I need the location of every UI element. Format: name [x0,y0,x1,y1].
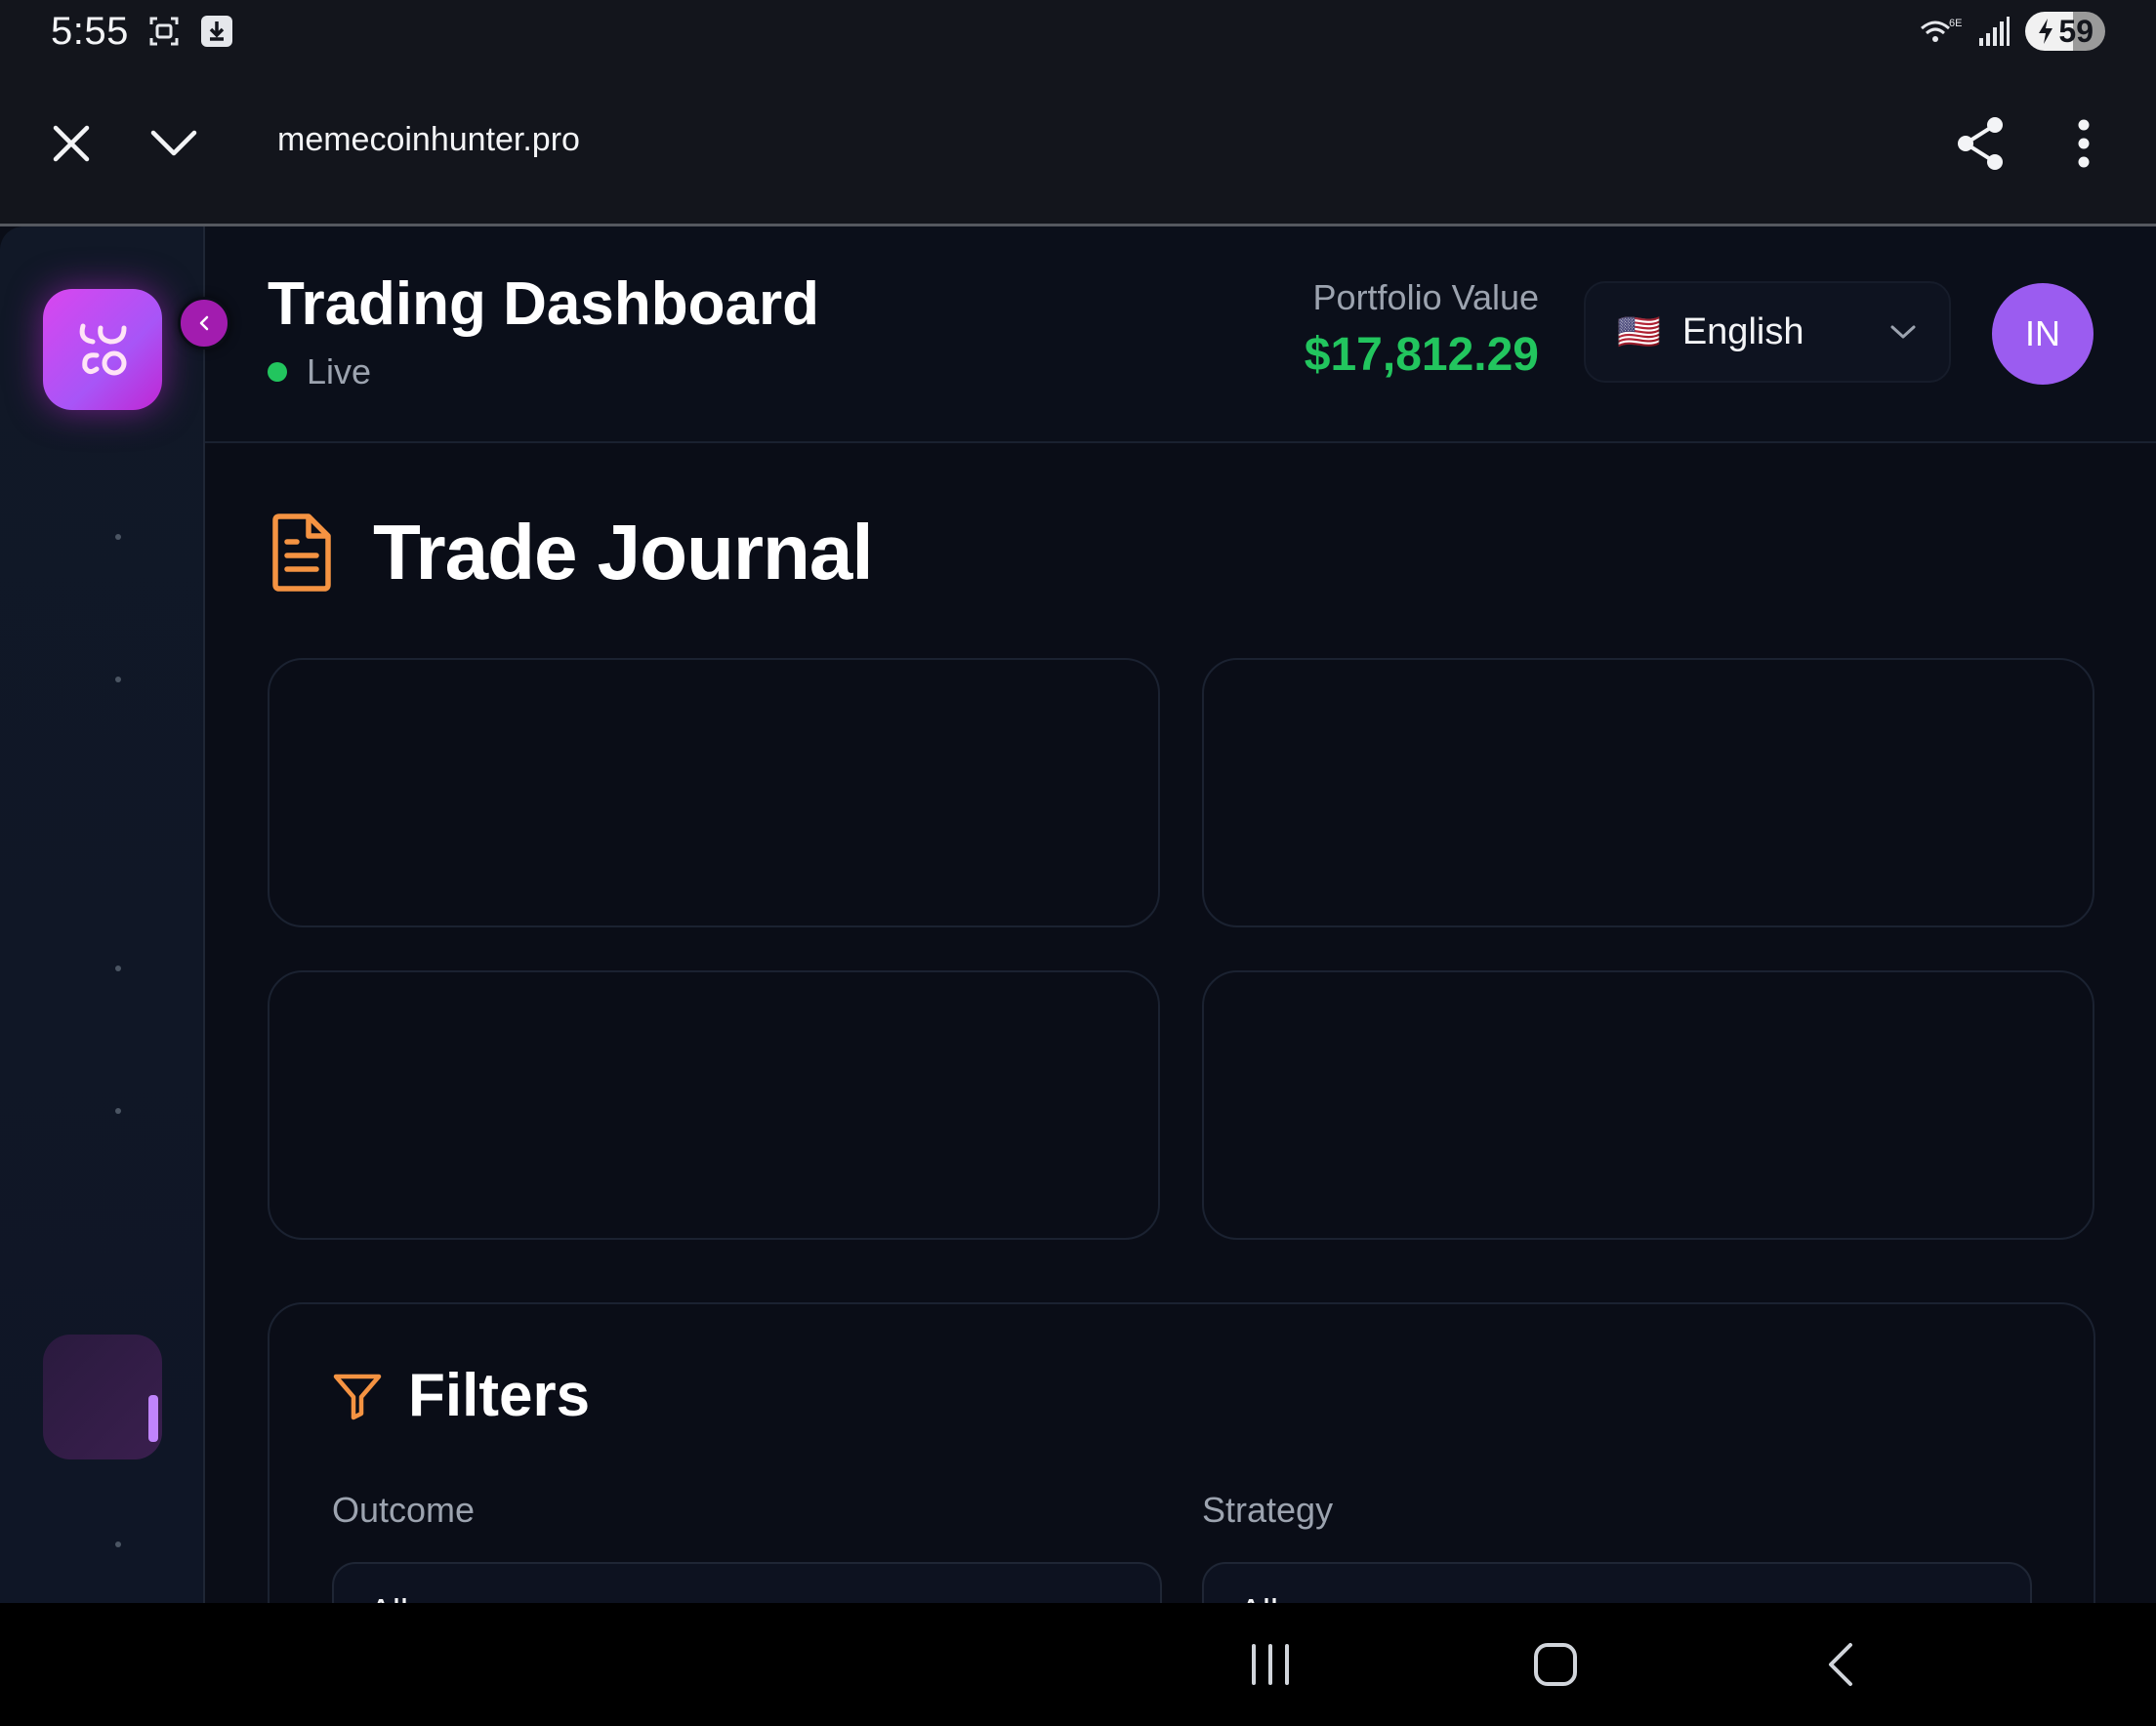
download-icon [199,14,234,49]
sidebar [0,226,205,1603]
close-icon [53,125,90,162]
page-title: Trading Dashboard [268,270,819,338]
language-select[interactable]: 🇺🇸 English [1584,281,1951,383]
app-logo[interactable] [43,289,162,410]
close-tab-button[interactable] [37,109,105,178]
system-nav-bar [0,1603,2156,1726]
sidebar-nav-item[interactable] [115,1541,121,1547]
status-bar: 5:55 6E 59 [0,0,2156,62]
network-label: 6E [1949,18,1962,29]
home-icon [1534,1643,1577,1686]
trade-journal-title: Trade Journal [373,509,874,596]
sidebar-nav-item[interactable] [115,677,121,682]
status-time: 5:55 [51,9,129,53]
recent-apps-button[interactable] [1236,1632,1305,1697]
sidebar-active-tile[interactable] [43,1335,162,1459]
chevron-down-icon [1890,325,1916,339]
minimize-tab-button[interactable] [140,109,208,178]
filters-header: Filters [332,1361,590,1430]
us-flag-icon: 🇺🇸 [1617,311,1661,351]
chevron-left-icon [199,315,209,331]
portfolio-label: Portfolio Value [1312,277,1539,317]
sidebar-nav-item[interactable] [115,966,121,971]
section-header: Trade Journal [268,508,874,597]
battery-level: 59 [2058,13,2094,49]
recent-apps-icon [1252,1644,1289,1685]
back-button[interactable] [1806,1632,1875,1697]
wifi-icon: 6E [1918,14,1963,49]
filters-title: Filters [408,1362,591,1429]
back-icon [1829,1643,1852,1686]
url-text[interactable]: memecoinhunter.pro [277,121,580,159]
more-options-button[interactable] [2050,109,2118,178]
sidebar-nav-item[interactable] [115,1108,121,1114]
strategy-label: Strategy [1202,1490,1334,1530]
stat-card [268,658,1160,927]
home-button[interactable] [1521,1632,1590,1697]
live-indicator-icon [268,362,287,382]
stat-card [1202,658,2094,927]
document-icon [272,514,331,592]
screenshot-icon [146,14,182,49]
user-avatar[interactable]: IN [1992,283,2094,385]
main-content: Trade Journal Filters Outcome All Strate… [205,443,2156,1693]
stat-card [268,970,1160,1240]
stat-card [1202,970,2094,1240]
sidebar-nav-item[interactable] [115,534,121,540]
more-vert-icon [2078,119,2090,168]
outcome-label: Outcome [332,1490,476,1530]
sidebar-collapse-button[interactable] [178,297,230,349]
browser-toolbar: memecoinhunter.pro [0,62,2156,226]
live-status: Live [268,351,371,392]
share-icon [1958,117,2003,170]
screen: 5:55 6E 59 memecoinhunter.pro Trading Da… [0,0,2156,1726]
dashboard-header: Trading Dashboard Live Portfolio Value $… [205,226,2156,443]
status-right: 6E 59 [1918,12,2105,51]
signal-icon [1976,14,2011,49]
portfolio-value: $17,812.29 [1304,329,1539,381]
share-button[interactable] [1946,109,2014,178]
status-left: 5:55 [51,10,234,54]
language-label: English [1681,310,1804,352]
logo-icon [79,323,127,376]
battery-icon: 59 [2025,12,2105,51]
app: Trading Dashboard Live Portfolio Value $… [0,226,2156,1693]
filter-icon [333,1374,382,1419]
live-label: Live [307,351,372,391]
active-indicator [148,1395,158,1442]
chevron-down-icon [150,130,197,156]
